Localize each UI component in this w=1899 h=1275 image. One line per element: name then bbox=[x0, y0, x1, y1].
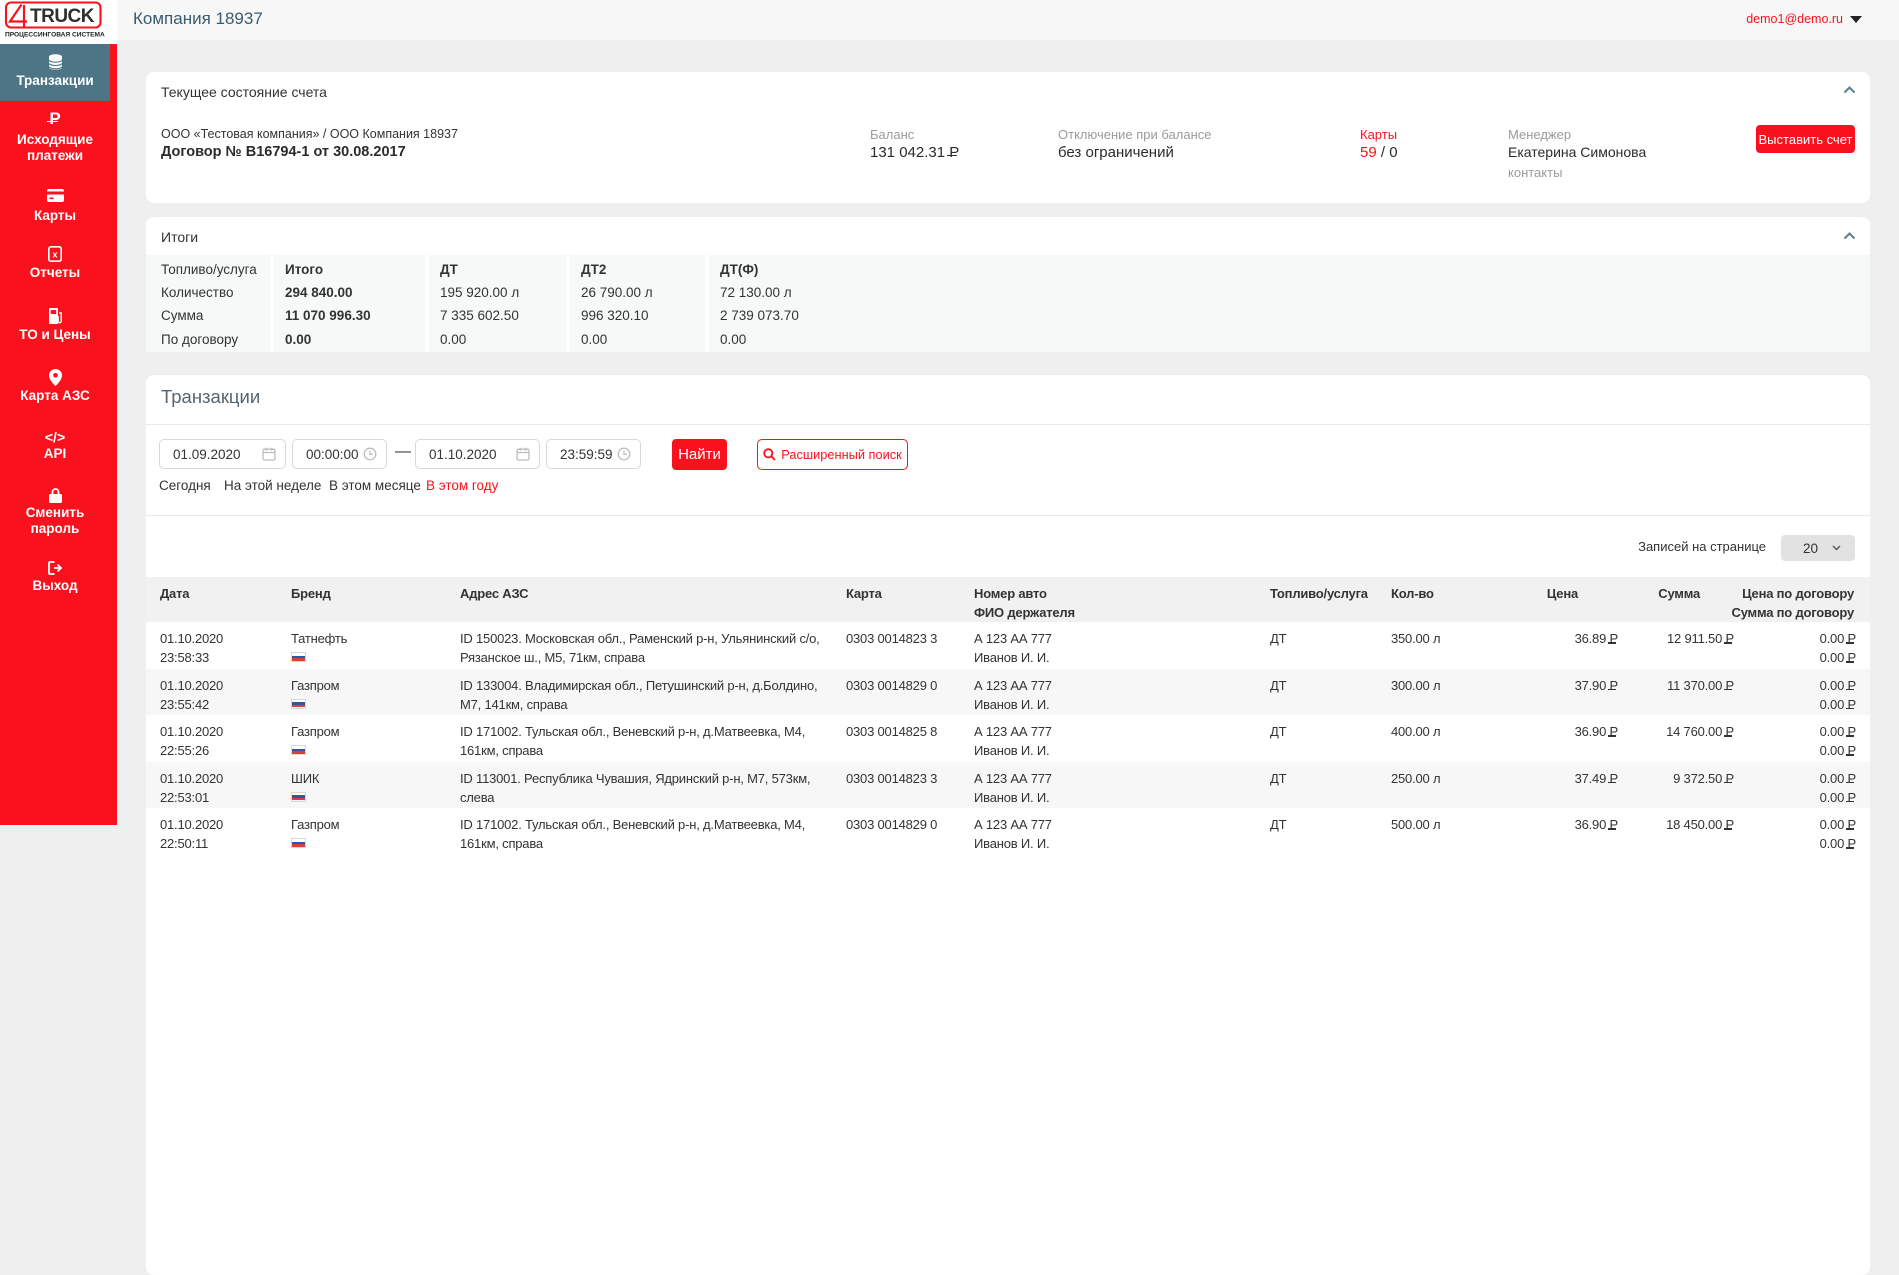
svg-text:ПРОЦЕССИНГОВАЯ СИСТЕМА: ПРОЦЕССИНГОВАЯ СИСТЕМА bbox=[5, 32, 105, 39]
svg-text:TRUCK: TRUCK bbox=[30, 6, 95, 27]
svg-text:x: x bbox=[52, 250, 57, 260]
